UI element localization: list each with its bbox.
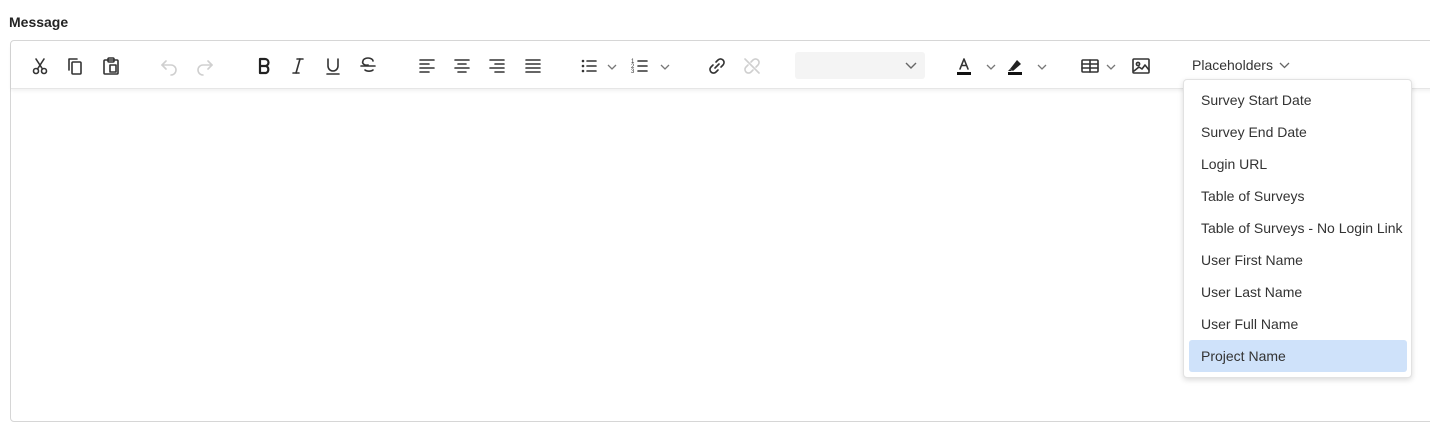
insert-image-button[interactable] bbox=[1128, 53, 1154, 79]
redo-button[interactable] bbox=[192, 53, 218, 79]
align-left-icon bbox=[419, 59, 435, 73]
underline-button[interactable] bbox=[320, 53, 346, 79]
align-center-button[interactable] bbox=[449, 53, 475, 79]
chevron-down-icon bbox=[905, 62, 917, 69]
menu-item-survey-start-date[interactable]: Survey Start Date bbox=[1189, 84, 1407, 116]
insert-link-button[interactable] bbox=[704, 53, 730, 79]
menu-item-user-full-name[interactable]: User Full Name bbox=[1189, 308, 1407, 340]
strikethrough-button[interactable] bbox=[355, 53, 381, 79]
chevron-down-icon bbox=[1106, 64, 1116, 70]
numbered-list-button[interactable]: 1 2 3 bbox=[630, 53, 670, 79]
undo-icon bbox=[161, 60, 177, 76]
underline-icon bbox=[326, 58, 340, 75]
text-color-button[interactable] bbox=[954, 53, 996, 79]
redo-icon bbox=[197, 60, 213, 76]
numbered-list-icon: 1 2 3 bbox=[631, 59, 648, 75]
bold-button[interactable] bbox=[251, 53, 277, 79]
bullet-list-button[interactable] bbox=[579, 53, 619, 79]
highlighter-icon bbox=[1008, 60, 1022, 75]
copy-button[interactable] bbox=[62, 53, 88, 79]
align-right-icon bbox=[489, 59, 505, 73]
align-right-button[interactable] bbox=[484, 53, 510, 79]
undo-button[interactable] bbox=[156, 53, 182, 79]
table-icon bbox=[1081, 59, 1099, 73]
text-color-icon bbox=[957, 58, 971, 75]
menu-item-survey-end-date[interactable]: Survey End Date bbox=[1189, 116, 1407, 148]
paste-button[interactable] bbox=[98, 53, 124, 79]
menu-item-project-name[interactable]: Project Name bbox=[1189, 340, 1407, 372]
placeholders-menu: Survey Start Date Survey End Date Login … bbox=[1183, 79, 1412, 378]
clipboard-icon bbox=[103, 57, 119, 75]
justify-button[interactable] bbox=[520, 53, 546, 79]
strikethrough-icon bbox=[360, 57, 376, 72]
menu-item-user-first-name[interactable]: User First Name bbox=[1189, 244, 1407, 276]
chevron-down-icon bbox=[1037, 64, 1047, 70]
align-left-button[interactable] bbox=[414, 53, 440, 79]
placeholders-label: Placeholders bbox=[1192, 57, 1273, 73]
chevron-down-icon bbox=[660, 64, 670, 70]
insert-table-button[interactable] bbox=[1080, 53, 1120, 79]
highlight-color-button[interactable] bbox=[1005, 53, 1047, 79]
link-icon bbox=[709, 58, 725, 74]
chevron-down-icon bbox=[986, 64, 996, 70]
chevron-down-icon bbox=[1279, 62, 1290, 68]
image-icon bbox=[1132, 58, 1150, 74]
menu-item-login-url[interactable]: Login URL bbox=[1189, 148, 1407, 180]
bullet-list-icon bbox=[581, 59, 597, 73]
font-family-select[interactable] bbox=[795, 52, 925, 79]
unlink-icon bbox=[744, 58, 760, 74]
bold-icon bbox=[258, 57, 270, 75]
align-justify-icon bbox=[525, 59, 541, 73]
cut-button[interactable] bbox=[27, 53, 53, 79]
align-center-icon bbox=[454, 59, 470, 73]
menu-item-user-last-name[interactable]: User Last Name bbox=[1189, 276, 1407, 308]
copy-icon bbox=[68, 58, 82, 75]
message-label: Message bbox=[9, 14, 69, 30]
menu-item-table-of-surveys[interactable]: Table of Surveys bbox=[1189, 180, 1407, 212]
remove-link-button[interactable] bbox=[739, 53, 765, 79]
scissors-icon bbox=[32, 58, 48, 75]
svg-text:3: 3 bbox=[631, 69, 635, 75]
italic-button[interactable] bbox=[285, 53, 311, 79]
chevron-down-icon bbox=[607, 64, 617, 70]
italic-icon bbox=[292, 58, 304, 74]
menu-item-table-of-surveys-no-login-link[interactable]: Table of Surveys - No Login Link bbox=[1189, 212, 1407, 244]
placeholders-dropdown-button[interactable]: Placeholders bbox=[1192, 57, 1290, 73]
